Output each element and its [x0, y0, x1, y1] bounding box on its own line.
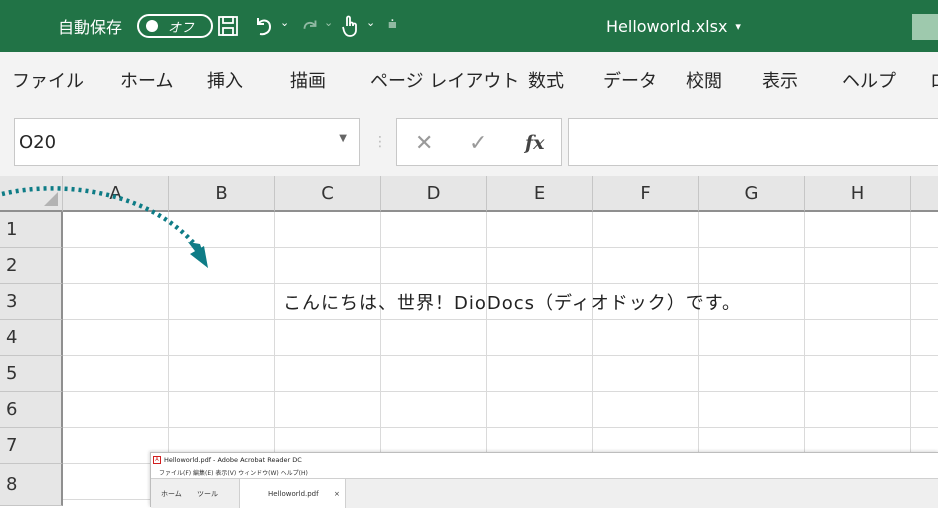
touch-mode-icon[interactable] — [336, 12, 364, 40]
column-header-partial[interactable] — [911, 176, 938, 212]
tab-view[interactable]: 表示 — [762, 52, 798, 108]
formula-input[interactable] — [568, 118, 938, 166]
save-icon[interactable] — [214, 12, 242, 40]
column-header-c[interactable]: C — [275, 176, 381, 212]
title-bar: 自動保存 オフ ⌄ ⌄ ⌄ ⩧ Helloworld.xlsx ▾ — [0, 0, 938, 52]
tab-file[interactable]: ファイル — [12, 52, 84, 108]
pdf-tab-home[interactable]: ホーム — [161, 479, 182, 508]
tab-page-layout[interactable]: ページ レイアウト — [370, 52, 519, 108]
tab-insert[interactable]: 挿入 — [207, 52, 243, 108]
ribbon-tabs: ファイル ホーム 挿入 描画 ページ レイアウト 数式 データ 校閲 表示 ヘル… — [0, 52, 938, 108]
cancel-icon[interactable]: ✕ — [415, 119, 433, 167]
column-header-h[interactable]: H — [805, 176, 911, 212]
tab-partial[interactable]: ロ — [930, 52, 938, 108]
pdf-tab-strip: ホーム ツール Helloworld.pdf × — [151, 478, 938, 508]
pdf-document-tab[interactable]: Helloworld.pdf × — [239, 479, 346, 508]
pdf-document-name: Helloworld.pdf — [268, 489, 319, 498]
row-header-8[interactable]: 8 — [0, 464, 63, 506]
autosave-label: 自動保存 — [58, 18, 123, 37]
customize-qat-icon[interactable]: ⩧ — [388, 15, 397, 33]
pdf-window-title: Helloworld.pdf - Adobe Acrobat Reader DC — [164, 456, 302, 464]
tab-data[interactable]: データ — [603, 52, 657, 108]
dropdown-arrow-icon[interactable]: ▼ — [339, 133, 347, 144]
tab-help[interactable]: ヘルプ — [842, 52, 896, 108]
tab-formulas[interactable]: 数式 — [528, 52, 564, 108]
toggle-knob — [146, 20, 158, 32]
row-header-6[interactable]: 6 — [0, 392, 63, 428]
pdf-menu-bar[interactable]: ファイル(F) 編集(E) 表示(V) ウィンドウ(W) ヘルプ(H) — [159, 468, 308, 477]
formula-buttons: ✕ ✓ fx — [396, 118, 562, 166]
undo-dropdown-icon[interactable]: ⌄ — [280, 16, 289, 29]
acrobat-icon: A — [153, 456, 161, 464]
cell-c3[interactable]: こんにちは、世界！DioDocs（ディオドック）です。 — [283, 284, 741, 320]
close-icon[interactable]: × — [334, 479, 340, 508]
filename-text: Helloworld.xlsx — [606, 16, 728, 36]
column-header-g[interactable]: G — [699, 176, 805, 212]
tab-review[interactable]: 校閲 — [686, 52, 722, 108]
curved-arrow-icon — [1, 186, 208, 268]
column-header-e[interactable]: E — [487, 176, 593, 212]
pdf-tab-tools[interactable]: ツール — [197, 479, 218, 508]
tab-draw[interactable]: 描画 — [290, 52, 326, 108]
chevron-down-icon: ▾ — [735, 19, 741, 33]
enter-check-icon[interactable]: ✓ — [469, 119, 487, 167]
pdf-viewer-window: A Helloworld.pdf - Adobe Acrobat Reader … — [150, 452, 938, 508]
row-header-5[interactable]: 5 — [0, 356, 63, 392]
touch-dropdown-icon[interactable]: ⌄ — [366, 16, 375, 29]
redo-dropdown-icon[interactable]: ⌄ — [324, 16, 333, 29]
workbook-filename[interactable]: Helloworld.xlsx ▾ — [606, 0, 741, 52]
formula-bar-grip-icon[interactable]: ⋮ — [373, 134, 387, 150]
autosave-toggle[interactable]: オフ — [137, 14, 213, 38]
tab-home[interactable]: ホーム — [120, 52, 173, 108]
row-header-3[interactable]: 3 — [0, 284, 63, 320]
column-header-d[interactable]: D — [381, 176, 487, 212]
search-box-edge[interactable] — [912, 14, 938, 40]
row-header-4[interactable]: 4 — [0, 320, 63, 356]
insert-function-icon[interactable]: fx — [525, 119, 545, 167]
undo-icon[interactable] — [250, 12, 278, 40]
pdf-title-bar: A Helloworld.pdf - Adobe Acrobat Reader … — [153, 455, 302, 465]
autosave-state: オフ — [168, 20, 195, 36]
row-header-7[interactable]: 7 — [0, 428, 63, 464]
redo-icon[interactable] — [296, 12, 324, 40]
column-header-f[interactable]: F — [593, 176, 699, 212]
